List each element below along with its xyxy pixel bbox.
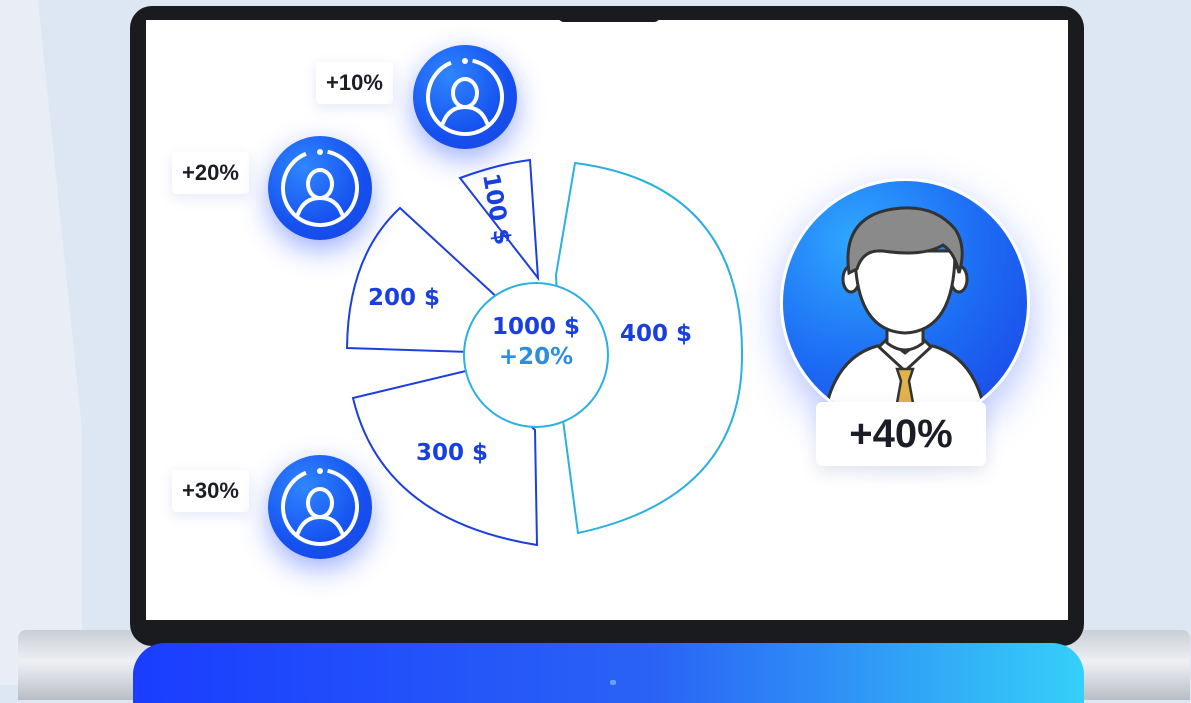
percent-badge-featured: +40% <box>816 402 986 466</box>
slice-label-400: 400 $ <box>620 321 692 347</box>
slice-label-200: 200 $ <box>368 285 440 311</box>
user-icon <box>281 149 359 227</box>
user-icon <box>281 467 359 546</box>
chart-total: 1000 $ <box>491 314 581 340</box>
user-avatar-top <box>413 45 517 149</box>
user-avatar-middle <box>268 136 372 240</box>
bottom-banner <box>133 643 1084 703</box>
percent-badge-bottom: +30% <box>172 470 249 512</box>
chart-center-percent: +20% <box>498 344 574 370</box>
user-icon <box>426 58 504 136</box>
banner-dot <box>610 680 616 685</box>
percent-badge-middle: +20% <box>172 152 249 194</box>
chart-center-label: 1000 $ +20% <box>462 312 610 372</box>
featured-user-avatar <box>780 178 1030 428</box>
user-avatar-bottom <box>268 455 372 559</box>
slice-label-300: 300 $ <box>416 440 488 466</box>
businessman-icon <box>821 206 989 425</box>
percent-badge-top: +10% <box>316 62 393 104</box>
